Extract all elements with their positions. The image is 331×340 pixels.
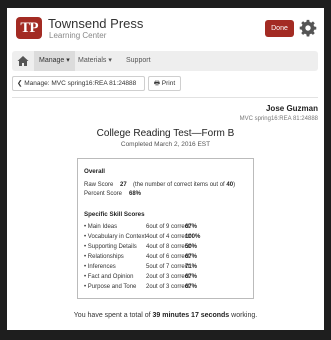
print-button[interactable]: 🖶 Print [148, 76, 181, 91]
brand-subtitle: Learning Center [49, 31, 107, 40]
skill-row: • Supporting Details 4out of 8 correct: … [84, 244, 255, 253]
skill-name: • Purpose and Tone [84, 284, 137, 290]
raw-score-label: Raw Score [84, 182, 114, 188]
gear-icon[interactable] [299, 19, 317, 37]
skill-name: • Main Ideas [84, 224, 118, 230]
score-report-box: Overall Raw Score 27 (the number of corr… [77, 158, 254, 299]
skill-row: • Inferences 5out of 7 correct: 71% [84, 264, 255, 273]
skill-percent: 67% [185, 284, 198, 290]
townsend-press-logo[interactable]: TP [16, 17, 42, 39]
overall-heading: Overall [84, 168, 105, 175]
skill-row: • Fact and Opinion 2out of 3 correct: 67… [84, 274, 255, 283]
skill-row: • Purpose and Tone 2out of 3 correct: 67… [84, 284, 255, 293]
test-completed-date: Completed March 2, 2016 EST [120, 141, 211, 148]
skill-percent: 100% [185, 234, 201, 240]
app-header: TP Townsend Press Learning Center Done [7, 8, 324, 48]
skill-scores-heading: Specific Skill Scores [84, 211, 145, 218]
skill-name: • Relationships [84, 254, 124, 260]
skill-name: • Supporting Details [84, 244, 137, 250]
skill-percent: 71% [185, 264, 198, 270]
skill-name: • Vocabulary in Context [84, 234, 147, 240]
nav-support-link[interactable]: Support [126, 51, 151, 71]
skill-row: • Vocabulary in Context 4out of 4 correc… [84, 234, 255, 243]
time-spent-text: You have spent a total of 39 minutes 17 … [73, 312, 258, 319]
student-class: MVC spring16:REA 81:24888 [239, 116, 318, 122]
skill-row: • Main Ideas 6out of 9 correct: 67% [84, 224, 255, 233]
skill-row: • Relationships 4out of 6 correct: 67% [84, 254, 255, 263]
skill-name: • Inferences [84, 264, 116, 270]
percent-score-label: Percent Score [84, 191, 123, 197]
done-button[interactable]: Done [265, 20, 294, 37]
raw-score-value: 27 [120, 182, 127, 188]
skill-name: • Fact and Opinion [84, 274, 134, 280]
main-navbar: Manage ▾ Materials ▾ Support [12, 51, 318, 71]
skill-percent: 67% [185, 224, 198, 230]
skill-percent: 67% [185, 274, 198, 280]
skill-percent: 50% [185, 244, 198, 250]
back-to-manage-button[interactable]: ❮ Manage: MVC spring16:REA 81:24888 [12, 76, 145, 91]
nav-manage-menu[interactable]: Manage ▾ [34, 51, 75, 71]
results-page: TP Townsend Press Learning Center Done M… [7, 8, 324, 330]
student-name: Jose Guzman [265, 104, 318, 113]
brand-title: Townsend Press [48, 16, 144, 31]
percent-score-value: 68% [129, 191, 142, 197]
home-icon[interactable] [16, 54, 30, 68]
time-spent-value: 39 minutes 17 seconds [152, 312, 230, 319]
test-title: College Reading Test—Form B [96, 128, 235, 139]
nav-materials-menu[interactable]: Materials ▾ [78, 51, 112, 71]
section-divider [12, 97, 318, 98]
raw-score-note: (the number of correct items out of 40) [133, 182, 236, 188]
skill-percent: 67% [185, 254, 198, 260]
